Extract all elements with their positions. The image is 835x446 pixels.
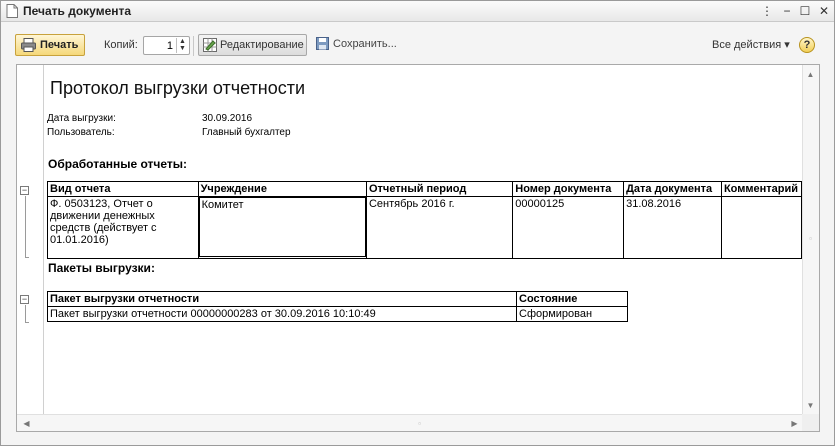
spin-down-icon[interactable]: ▼ xyxy=(177,45,188,52)
scrollbar-corner xyxy=(802,414,819,431)
document-date-cell[interactable]: 31.08.2016 xyxy=(623,196,722,259)
scroll-down-icon[interactable]: ▼ xyxy=(803,398,818,413)
printer-icon xyxy=(21,38,36,52)
edit-button-label: Редактирование xyxy=(220,39,304,51)
horizontal-scrollbar[interactable]: ◀ ▫ ▶ xyxy=(17,414,804,431)
column-header: Учреждение xyxy=(197,181,367,197)
group-line xyxy=(25,305,26,322)
scroll-thumb-grip-icon[interactable]: ▫ xyxy=(803,231,818,246)
spin-up-icon[interactable]: ▲ xyxy=(177,38,188,45)
group-line-end xyxy=(25,257,29,258)
save-button[interactable]: Сохранить... xyxy=(315,34,405,56)
collapse-reports-group-icon[interactable]: − xyxy=(20,186,29,195)
column-header: Комментарий xyxy=(720,181,802,197)
column-header: Состояние xyxy=(516,291,628,307)
export-date-value: 30.09.2016 xyxy=(202,113,253,124)
floppy-disk-icon xyxy=(316,37,329,50)
document-content: Протокол выгрузки отчетности Дата выгруз… xyxy=(47,65,802,415)
column-header: Пакет выгрузки отчетности xyxy=(47,291,517,307)
toolbar: Печать Копий: 1 ▲ ▼ Редактирование Сохра… xyxy=(1,23,834,59)
column-header: Вид отчета xyxy=(47,181,199,197)
all-actions-menu[interactable]: Все действия ▾ xyxy=(712,38,790,51)
toolbar-separator xyxy=(193,36,194,56)
edit-grid-icon xyxy=(203,38,217,52)
reports-table: Вид отчета Учреждение Отчетный период Но… xyxy=(47,181,802,259)
close-button[interactable]: ✕ xyxy=(816,3,832,19)
comment-cell[interactable] xyxy=(720,196,802,259)
print-document-window: Печать документа ⋮ − ☐ ✕ Печать Копий: 1… xyxy=(0,0,835,446)
column-header: Отчетный период xyxy=(365,181,514,197)
processed-reports-heading: Обработанные отчеты: xyxy=(48,157,188,171)
institution-cell[interactable]: Комитет xyxy=(197,196,367,259)
table-header-row: Пакет выгрузки отчетности Состояние xyxy=(47,291,628,307)
spin-buttons[interactable]: ▲ ▼ xyxy=(176,38,188,53)
minimize-button[interactable]: − xyxy=(779,3,795,19)
packages-table: Пакет выгрузки отчетности Состояние Паке… xyxy=(47,291,628,322)
table-header-row: Вид отчета Учреждение Отчетный период Но… xyxy=(47,181,802,197)
copies-stepper[interactable]: 1 ▲ ▼ xyxy=(143,36,190,55)
group-line xyxy=(25,196,26,257)
table-row[interactable]: Пакет выгрузки отчетности 00000000283 от… xyxy=(47,306,628,322)
scroll-right-icon[interactable]: ▶ xyxy=(787,416,802,431)
window-menu-button[interactable]: ⋮ xyxy=(759,3,775,19)
scroll-left-icon[interactable]: ◀ xyxy=(19,416,34,431)
title-bar: Печать документа ⋮ − ☐ ✕ xyxy=(1,1,834,22)
window-title: Печать документа xyxy=(23,4,132,18)
maximize-button[interactable]: ☐ xyxy=(797,3,813,19)
selected-cell[interactable]: Комитет xyxy=(198,197,366,257)
copies-label: Копий: xyxy=(104,39,138,51)
help-icon[interactable]: ? xyxy=(799,37,815,53)
table-row[interactable]: Ф. 0503123, Отчет о движении денежных ср… xyxy=(47,196,802,259)
scroll-up-icon[interactable]: ▲ xyxy=(803,67,818,82)
vertical-scrollbar[interactable]: ▲ ▫ ▼ xyxy=(802,65,819,415)
scroll-thumb-grip-icon[interactable]: ▫ xyxy=(412,416,427,431)
copies-value[interactable]: 1 xyxy=(167,40,173,52)
package-status-cell[interactable]: Сформирован xyxy=(516,306,628,322)
column-header: Номер документа xyxy=(512,181,625,197)
user-label: Пользователь: xyxy=(47,127,115,138)
report-type-cell[interactable]: Ф. 0503123, Отчет о движении денежных ср… xyxy=(47,196,199,259)
print-button-label: Печать xyxy=(40,39,79,51)
export-packages-heading: Пакеты выгрузки: xyxy=(48,261,155,275)
period-cell[interactable]: Сентябрь 2016 г. xyxy=(365,196,514,259)
document-number-cell[interactable]: 00000125 xyxy=(512,196,625,259)
document-icon xyxy=(6,4,18,18)
save-button-label: Сохранить... xyxy=(333,38,397,50)
column-header: Дата документа xyxy=(623,181,722,197)
edit-toggle-button[interactable]: Редактирование xyxy=(198,34,307,56)
document-title: Протокол выгрузки отчетности xyxy=(50,78,306,98)
user-value: Главный бухгалтер xyxy=(202,127,291,138)
grouping-gutter: − − xyxy=(17,65,44,415)
spreadsheet-document[interactable]: − − Протокол выгрузки отчетности Дата вы… xyxy=(16,64,820,432)
collapse-packages-group-icon[interactable]: − xyxy=(20,295,29,304)
export-date-label: Дата выгрузки: xyxy=(47,113,116,124)
package-name-cell[interactable]: Пакет выгрузки отчетности 00000000283 от… xyxy=(47,306,517,322)
group-line-end xyxy=(25,322,29,323)
print-button[interactable]: Печать xyxy=(15,34,85,56)
